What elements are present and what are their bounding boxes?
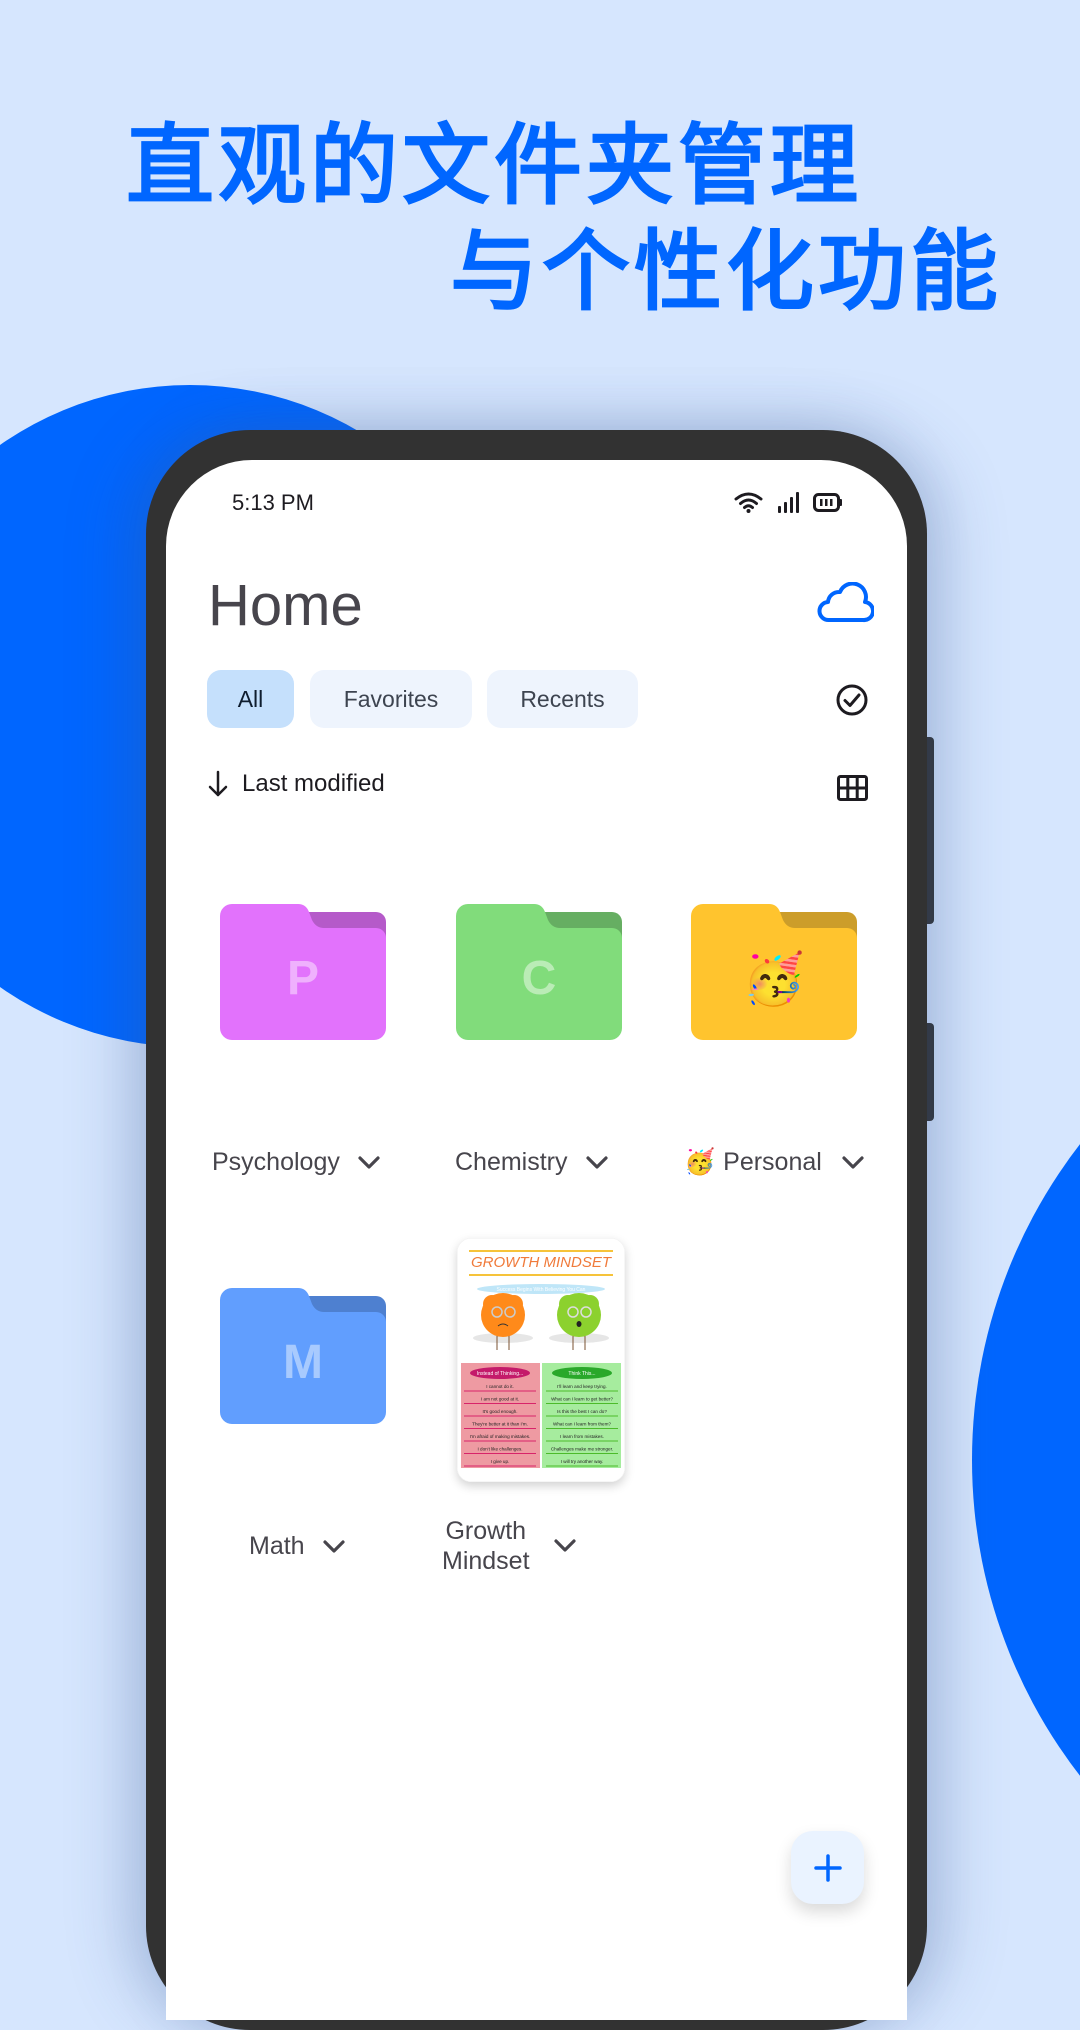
thumb-line-text: I'm afraid of making mistakes. <box>470 1434 531 1439</box>
thumb-line-text: I'll learn and keep trying. <box>557 1384 607 1389</box>
thumb-right-header: Think This... <box>568 1371 595 1377</box>
sort-label: Last modified <box>242 770 385 797</box>
folder-icon: 🥳 <box>691 904 857 1040</box>
thumb-title: GROWTH MINDSET <box>471 1254 613 1271</box>
thumb-line-text: I will try another way. <box>561 1459 604 1464</box>
folder-label-personal[interactable]: 🥳 Personal <box>684 1148 864 1177</box>
thumb-line-text: I am not good at it. <box>481 1397 519 1402</box>
battery-icon <box>813 493 842 512</box>
party-face-emoji-icon: 🥳 <box>684 1148 716 1176</box>
status-icons <box>734 492 843 513</box>
chevron-down-icon[interactable] <box>358 1155 380 1170</box>
item-name-line-1: Growth <box>445 1517 527 1545</box>
filter-chip-favorites[interactable]: Favorites <box>310 670 472 728</box>
item-name: Personal <box>723 1148 822 1176</box>
thumb-subtitle: Success Begins With Believing You Can <box>497 1287 586 1293</box>
folder-letter: P <box>287 952 319 1005</box>
item-name: Math <box>249 1532 305 1560</box>
filter-chip-all[interactable]: All <box>207 670 294 728</box>
folder-emoji: 🥳 <box>743 949 805 1007</box>
item-name: Growth Mindset <box>442 1516 530 1576</box>
thumb-line-text: What can I learn to get better? <box>551 1397 613 1402</box>
folder-label-chemistry[interactable]: Chemistry <box>455 1148 608 1177</box>
document-thumbnail-growth-mindset[interactable]: GROWTH MINDSET Success Begins With Belie… <box>457 1238 625 1482</box>
thumb-line-text: I give up. <box>491 1459 510 1464</box>
folder-icon: C <box>456 904 622 1040</box>
folder-label-math[interactable]: Math <box>249 1532 345 1561</box>
folder-chemistry[interactable]: C <box>456 904 622 1040</box>
decorative-circle-right <box>972 944 1080 1976</box>
folder-psychology[interactable]: P <box>220 904 386 1040</box>
folder-icon: M <box>220 1288 386 1424</box>
folder-icon: P <box>220 904 386 1040</box>
grid-view-icon[interactable] <box>837 775 868 801</box>
thumb-line-text: I cannot do it. <box>486 1384 514 1389</box>
plus-icon <box>813 1853 842 1882</box>
thumb-line-text: They're better at it than I'm. <box>472 1422 528 1427</box>
chevron-down-icon[interactable] <box>842 1155 864 1170</box>
thumb-left-header: Instead of Thinking... <box>477 1371 523 1377</box>
promo-headline-line-2: 与个性化功能 <box>450 220 1003 323</box>
thumb-line-text: It's good enough. <box>482 1409 517 1414</box>
status-time: 5:13 PM <box>232 490 314 515</box>
folder-letter: M <box>283 1336 323 1389</box>
growth-mindset-poster-image: GROWTH MINDSET Success Begins With Belie… <box>457 1238 625 1482</box>
cloud-icon[interactable] <box>816 582 874 624</box>
folder-label-psychology[interactable]: Psychology <box>212 1148 380 1177</box>
folder-personal[interactable]: 🥳 <box>691 904 857 1040</box>
thumb-line-text: I don't like challenges. <box>477 1447 522 1452</box>
item-name-line-2: Mindset <box>442 1547 530 1575</box>
folder-math[interactable]: M <box>220 1288 386 1424</box>
item-name: Psychology <box>212 1148 340 1176</box>
chevron-down-icon[interactable] <box>553 1539 576 1553</box>
sort-button[interactable]: Last modified <box>208 770 385 798</box>
thumb-line-text: Challenges make me stronger. <box>551 1447 613 1452</box>
item-name: Chemistry <box>455 1148 568 1176</box>
chevron-down-icon[interactable] <box>322 1539 345 1554</box>
page-title: Home <box>208 573 363 638</box>
signal-icon <box>778 492 799 513</box>
check-circle-icon[interactable] <box>836 684 868 716</box>
document-label-growth-mindset[interactable]: Growth Mindset <box>442 1516 576 1576</box>
folder-letter: C <box>522 952 557 1005</box>
wifi-icon <box>734 492 763 513</box>
thumb-line-text: What can I learn from them? <box>553 1422 611 1427</box>
add-button[interactable] <box>791 1831 864 1904</box>
thumb-line-text: Is this the best I can do? <box>557 1409 607 1414</box>
phone-screen: 5:13 PM Home All Favorites Recents Last … <box>166 460 907 2020</box>
thumb-line-text: I learn from mistakes. <box>560 1434 604 1439</box>
arrow-down-icon <box>208 770 228 797</box>
filter-chip-recents[interactable]: Recents <box>487 670 638 728</box>
chevron-down-icon[interactable] <box>585 1155 608 1170</box>
promo-headline-line-1: 直观的文件夹管理 <box>126 114 863 217</box>
